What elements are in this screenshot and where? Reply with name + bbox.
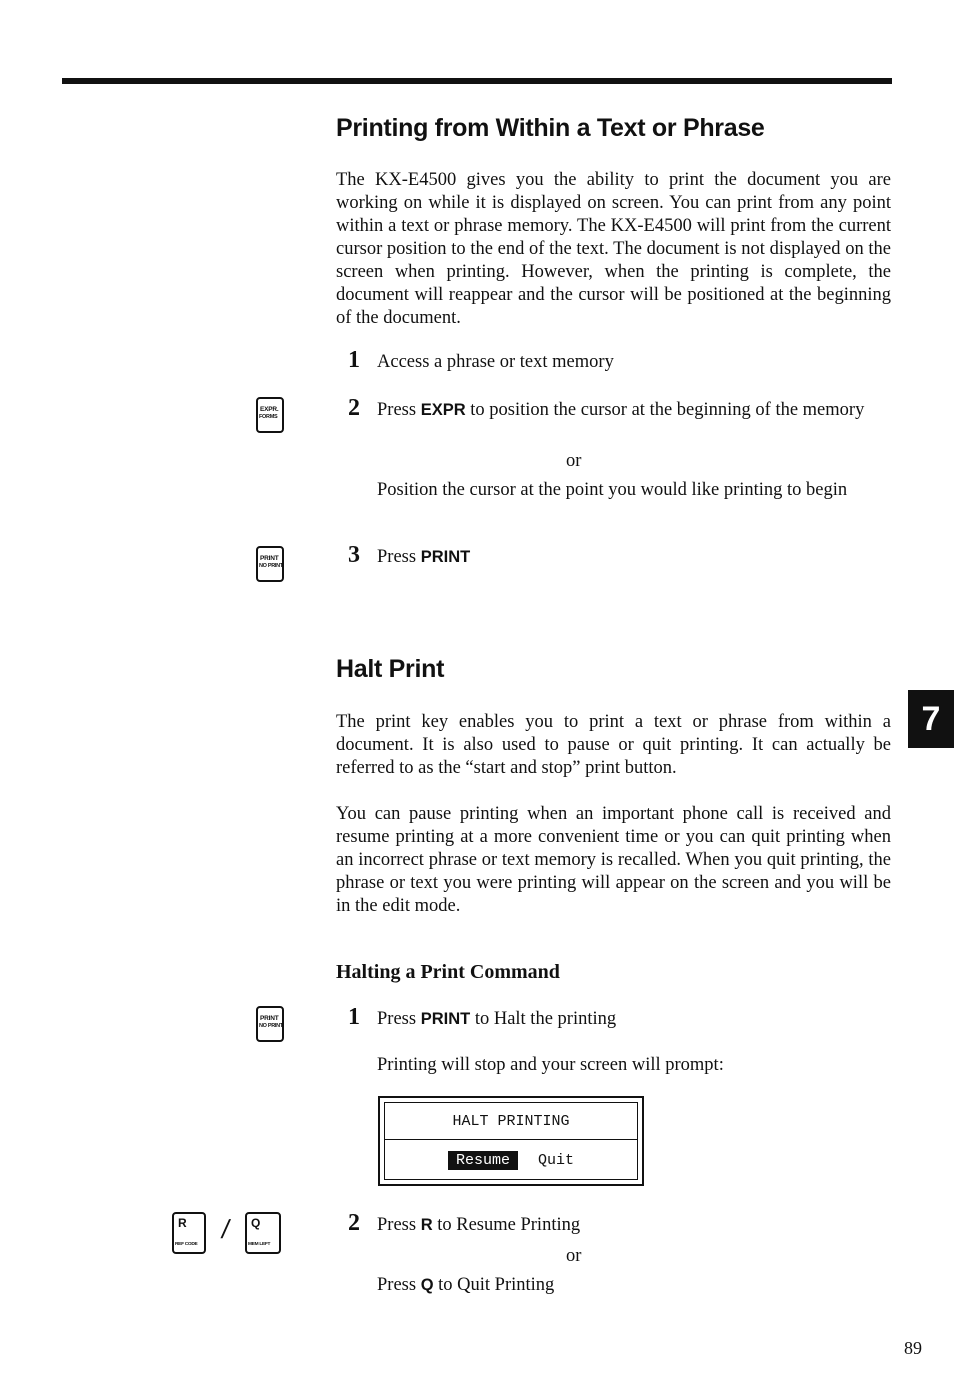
key-label-bottom: NO PRINT xyxy=(259,1023,283,1029)
key-name-print: PRINT xyxy=(420,1010,471,1028)
step-text-post: to position the cursor at the beginning … xyxy=(470,400,865,420)
q-mem-left-key-icon: Q MEM LEFT xyxy=(245,1212,281,1254)
header-rule xyxy=(62,78,892,84)
print-key-icon: PRINT NO PRINT xyxy=(256,546,284,582)
step-1: 1 Access a phrase or text memory xyxy=(348,347,891,374)
key-label-top: PRINT xyxy=(260,555,279,562)
quit-option[interactable]: Quit xyxy=(538,1152,574,1169)
r-ref-code-key-icon: R REF CODE xyxy=(172,1212,206,1254)
key-name-expr: EXPR xyxy=(420,401,466,419)
step-2: 2 Press EXPR to position the cursor at t… xyxy=(348,395,891,422)
halt-printing-dialog: HALT PRINTING Resume Quit xyxy=(378,1096,644,1186)
subsection-title-halting: Halting a Print Command xyxy=(336,961,560,983)
step-text-pre: Press xyxy=(377,400,417,420)
halt-print-paragraph-2: You can pause printing when an important… xyxy=(336,804,891,916)
step-text: Press EXPR to position the cursor at the… xyxy=(377,399,891,422)
section-title-printing-within: Printing from Within a Text or Phrase xyxy=(336,114,765,142)
key-label-top: PRINT xyxy=(260,1015,279,1022)
key-name-print: PRINT xyxy=(420,548,471,566)
step-text-pre: Press xyxy=(377,1215,417,1235)
section-title-halt-print: Halt Print xyxy=(336,655,445,683)
step-number: 3 xyxy=(348,542,360,568)
halt-step-1: 1 Press PRINT to Halt the printing xyxy=(348,1004,891,1031)
step-text-pre: Press xyxy=(377,1275,417,1295)
alternative-text: Position the cursor at the point you wou… xyxy=(377,480,848,500)
or-label: or xyxy=(566,1246,582,1266)
dialog-title: HALT PRINTING xyxy=(385,1103,637,1140)
key-label-small: MEM LEFT xyxy=(248,1242,271,1247)
key-label-bottom: FORMS xyxy=(259,414,278,420)
key-name-r: R xyxy=(420,1216,433,1234)
prompt-intro: Printing will stop and your screen will … xyxy=(377,1055,724,1075)
step-number: 1 xyxy=(348,1004,360,1030)
key-separator: / xyxy=(219,1214,232,1244)
step-text-pre: Press xyxy=(377,1009,417,1029)
key-label-top: EXPR. xyxy=(260,406,279,413)
resume-option[interactable]: Resume xyxy=(447,1150,518,1170)
step-text: Press PRINT xyxy=(377,546,891,569)
dialog-options: Resume Quit xyxy=(385,1140,637,1180)
key-label-bottom: NO PRINT xyxy=(259,563,283,569)
step-text: Access a phrase or text memory xyxy=(377,352,614,372)
key-label-big: R xyxy=(178,1216,187,1230)
halt-step-2: 2 Press R to Resume Printing xyxy=(348,1210,891,1237)
or-label: or xyxy=(566,451,582,471)
key-label-small: REF CODE xyxy=(175,1242,198,1247)
intro-paragraph: The KX-E4500 gives you the ability to pr… xyxy=(336,170,891,328)
step-text-post: to Quit Printing xyxy=(438,1275,555,1295)
step-3: 3 Press PRINT xyxy=(348,542,891,569)
page-number: 89 xyxy=(904,1338,922,1358)
step-text-post: to Resume Printing xyxy=(437,1215,581,1235)
halt-print-paragraph-1: The print key enables you to print a tex… xyxy=(336,712,891,778)
print-key-icon: PRINT NO PRINT xyxy=(256,1006,284,1042)
step-number: 2 xyxy=(348,395,360,421)
step-number: 1 xyxy=(348,347,360,373)
step-text: Press PRINT to Halt the printing xyxy=(377,1008,891,1031)
step-number: 2 xyxy=(348,1210,360,1236)
key-label-big: Q xyxy=(251,1216,261,1230)
alternative-step: Press Q to Quit Printing xyxy=(377,1274,891,1297)
key-name-q: Q xyxy=(420,1276,434,1294)
expr-forms-key-icon: EXPR. FORMS xyxy=(256,397,284,433)
chapter-tab: 7 xyxy=(908,690,954,748)
step-text: Press R to Resume Printing xyxy=(377,1214,891,1237)
step-text-pre: Press xyxy=(377,547,417,567)
step-text-post: to Halt the printing xyxy=(474,1009,617,1029)
